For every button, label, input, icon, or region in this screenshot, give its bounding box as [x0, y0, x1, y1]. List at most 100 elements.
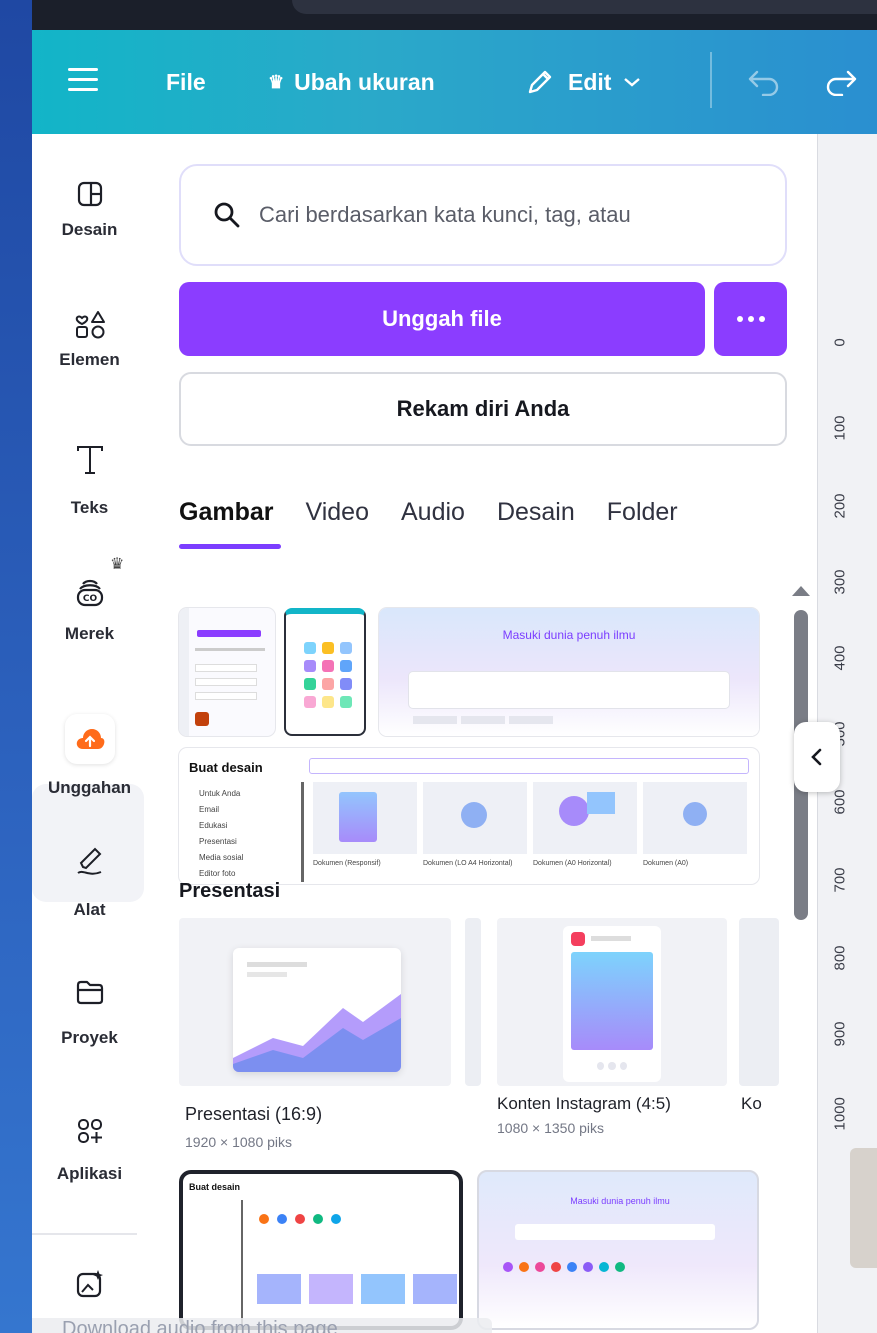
thumb-doc-label: Dokumen (A0 Horizontal): [533, 860, 612, 867]
brand-icon: CO: [72, 574, 108, 610]
chevron-down-icon: [624, 78, 641, 87]
sidebar-item-alat[interactable]: Alat: [32, 844, 147, 920]
pen-tool-icon: [72, 844, 108, 880]
upload-thumbnail[interactable]: Masuki dunia penuh ilmu: [379, 608, 759, 736]
edit-menu-button[interactable]: Edit: [526, 30, 641, 134]
thumb-menu-item: Presentasi: [199, 837, 237, 846]
thumb-heading: Masuki dunia penuh ilmu: [570, 1196, 670, 1206]
browser-top-strip: [32, 0, 877, 30]
sidebar-item-label: Alat: [73, 900, 106, 919]
resize-button[interactable]: ♛ Ubah ukuran: [268, 30, 435, 134]
tab-video[interactable]: Video: [305, 494, 369, 554]
card-title: Konten Instagram (4:5): [497, 1094, 671, 1113]
crown-icon: ♛: [110, 554, 125, 573]
upload-thumbnail[interactable]: Masuki dunia penuh ilmu: [477, 1170, 759, 1330]
ruler-tick-label: 1000: [831, 1097, 849, 1131]
sidebar-item-label: Elemen: [59, 350, 120, 369]
active-tab-underline: [179, 544, 281, 549]
svg-text:CO: CO: [82, 594, 97, 604]
tab-desain[interactable]: Desain: [497, 494, 575, 554]
scroll-up-arrow[interactable]: [792, 586, 810, 596]
edit-label: Edit: [568, 68, 612, 95]
thumb-doc-label: Dokumen (Responsif): [313, 860, 381, 867]
ruler-tick-label: 700: [831, 867, 849, 893]
sidebar-item-label: Desain: [61, 220, 118, 239]
top-toolbar: File ♛ Ubah ukuran Edit: [32, 30, 877, 134]
thumb-heading: Masuki dunia penuh ilmu: [502, 628, 636, 642]
apps-icon: [72, 1114, 108, 1150]
file-menu-button[interactable]: File: [166, 30, 206, 134]
sidebar-item-label: Unggahan: [47, 778, 132, 797]
sidebar-item-teks[interactable]: Teks: [32, 442, 147, 518]
sidebar-item-label: Proyek: [61, 1028, 118, 1047]
ruler-tick-label: 600: [831, 789, 849, 815]
toolbar-divider: [710, 52, 712, 108]
magic-media-icon: [72, 1266, 108, 1302]
browser-tab: [292, 0, 877, 14]
template-card-partial[interactable]: [739, 918, 779, 1086]
record-yourself-button[interactable]: Rekam diri Anda: [179, 372, 787, 446]
sidebar-item-magic[interactable]: [32, 1266, 147, 1302]
sidebar-item-label: Aplikasi: [56, 1164, 123, 1183]
card-title: Ko: [741, 1094, 762, 1113]
record-label: Rekam diri Anda: [396, 396, 570, 421]
upload-cloud-icon: [64, 714, 115, 764]
ruler-tick-label: 800: [831, 945, 849, 971]
upload-thumbnail[interactable]: [284, 608, 366, 736]
search-icon: [214, 202, 240, 228]
sidebar-item-elemen[interactable]: Elemen: [32, 306, 147, 370]
download-audio-bar[interactable]: Download audio from this page: [32, 1318, 492, 1333]
card-title: Presentasi (16:9): [185, 1104, 323, 1124]
sidebar-item-label: Teks: [70, 498, 109, 517]
chevron-left-icon: [811, 748, 822, 766]
shapes-icon: [72, 306, 108, 342]
sidebar-item-aplikasi[interactable]: Aplikasi: [32, 1114, 147, 1184]
text-icon: [72, 442, 108, 478]
resize-label: Ubah ukuran: [294, 68, 435, 95]
upload-thumbnail[interactable]: Buat desain Untuk Anda Email Edukasi Pre…: [179, 748, 759, 884]
download-bar-text: Download audio from this page: [62, 1318, 338, 1333]
sidebar-item-proyek[interactable]: Proyek: [32, 974, 147, 1048]
upload-file-button[interactable]: Unggah file: [179, 282, 705, 356]
undo-icon[interactable]: [747, 68, 783, 96]
upload-thumbnail[interactable]: Buat desain: [179, 1170, 463, 1330]
template-card-divider: [465, 918, 481, 1086]
tab-audio[interactable]: Audio: [401, 494, 465, 554]
thumb-menu-item: Email: [199, 805, 220, 814]
section-title: Presentasi: [179, 880, 281, 902]
uploads-panel: Cari berdasarkan kata kunci, tag, atau U…: [147, 134, 817, 1333]
template-card-presentasi[interactable]: [179, 918, 451, 1086]
thumb-menu-item: Media sosial: [199, 853, 244, 862]
sidebar-item-label: Merek: [64, 624, 115, 643]
file-label: File: [166, 68, 206, 95]
search-input[interactable]: Cari berdasarkan kata kunci, tag, atau: [179, 164, 787, 266]
editor-window: File ♛ Ubah ukuran Edit Desain Elemen Te…: [32, 30, 877, 1333]
menu-icon[interactable]: [68, 68, 98, 92]
more-options-button[interactable]: [714, 282, 787, 356]
tab-folder[interactable]: Folder: [607, 494, 678, 554]
search-placeholder: Cari berdasarkan kata kunci, tag, atau: [259, 202, 631, 227]
collapse-panel-button[interactable]: [794, 722, 840, 792]
template-card-instagram[interactable]: [497, 918, 727, 1086]
ruler-tick-label: 900: [831, 1021, 849, 1047]
ruler-tick-label: 400: [831, 645, 849, 671]
upload-file-label: Unggah file: [382, 306, 502, 331]
ruler-tick-label: 300: [831, 569, 849, 595]
card-dimensions: 1920 × 1080 piks: [185, 1134, 293, 1150]
redo-icon[interactable]: [822, 68, 858, 96]
crown-icon: ♛: [268, 71, 285, 92]
thumb-doc-label: Dokumen (A0): [643, 860, 689, 867]
sidebar-item-merek[interactable]: ♛ CO Merek: [32, 554, 147, 644]
thumb-menu-item: Edukasi: [199, 821, 228, 830]
thumb-heading: Buat desain: [189, 1182, 241, 1192]
thumb-heading: Buat desain: [189, 760, 263, 775]
thumb-menu-item: Untuk Anda: [199, 789, 241, 798]
canvas-preview[interactable]: [850, 1148, 877, 1268]
sidebar-item-unggahan[interactable]: Unggahan: [32, 714, 147, 798]
desktop-background: [0, 0, 32, 1333]
sidebar-item-desain[interactable]: Desain: [32, 176, 147, 240]
ruler-tick-label: 100: [831, 415, 849, 441]
layout-icon: [72, 176, 108, 212]
upload-thumbnail[interactable]: [179, 608, 275, 736]
folder-icon: [72, 974, 108, 1010]
